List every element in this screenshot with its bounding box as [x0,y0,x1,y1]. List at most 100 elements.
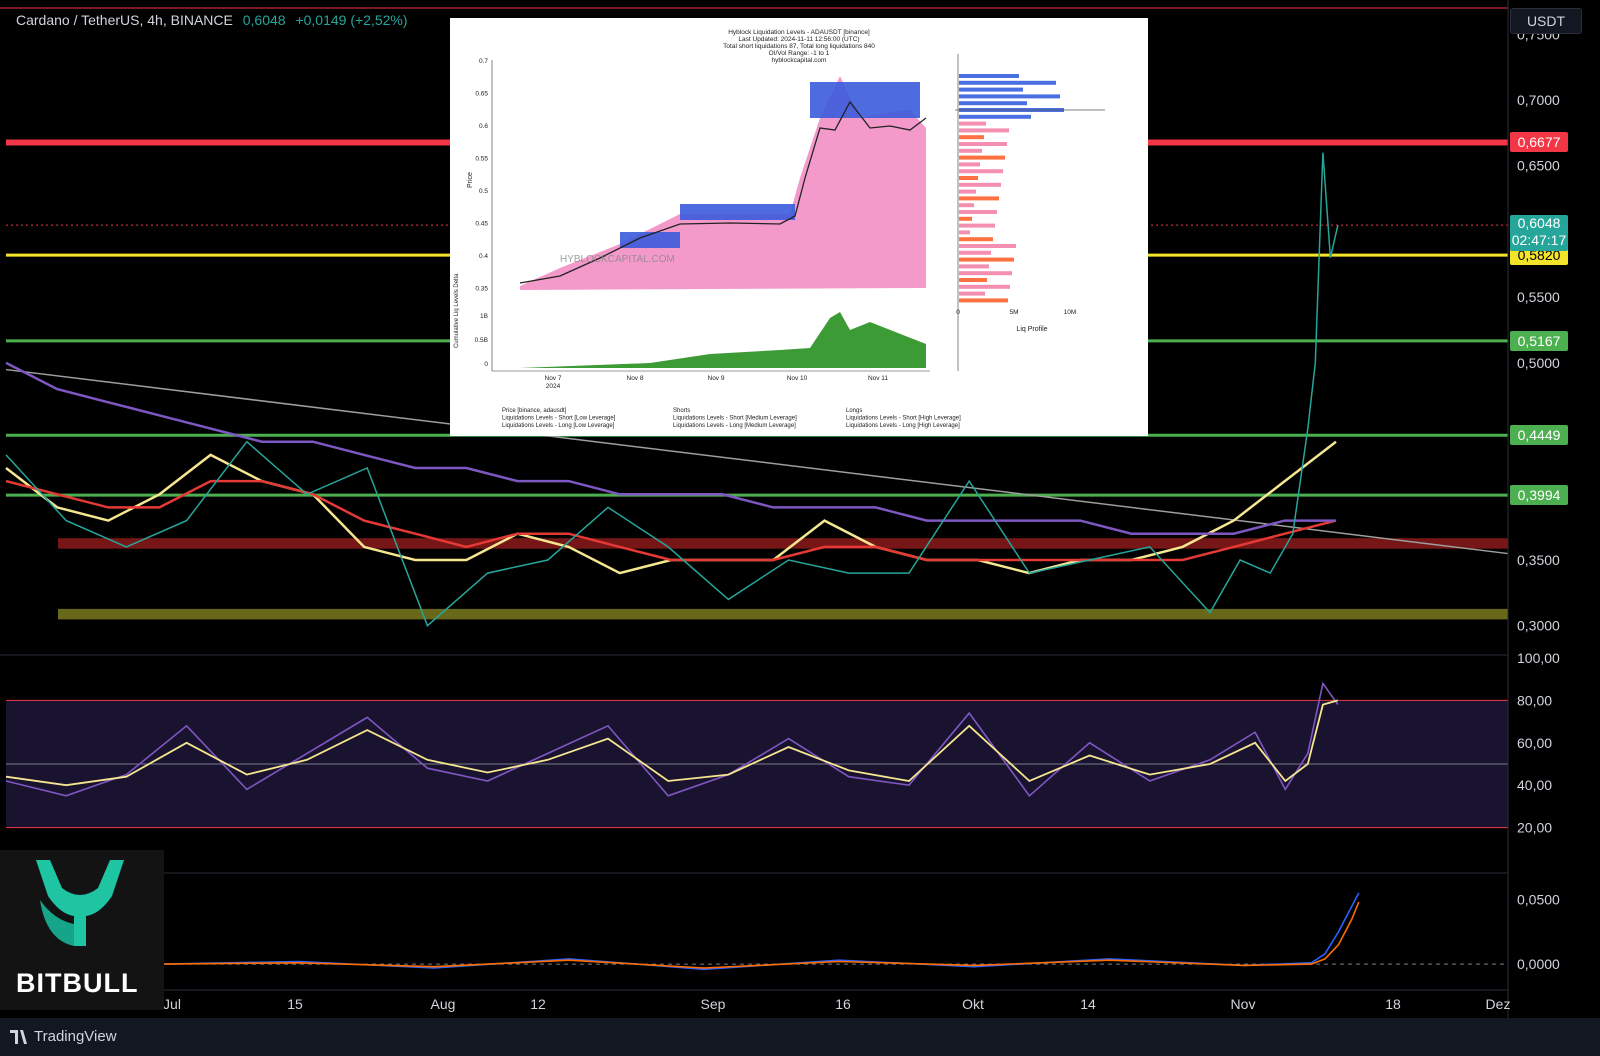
profile-bar [959,257,1014,262]
time-tick-label: Dez [1486,996,1511,1012]
time-tick-label: 14 [1080,996,1096,1012]
profile-bar [959,114,1031,119]
price-tag-1: 0,6048 02:47:17 [1510,215,1568,252]
profile-bar [959,101,1027,106]
macd-pane [0,872,1508,971]
profile-bar [959,94,1060,99]
inset-legend-entry: Longs [846,408,862,414]
inset-y-tick: 0.35 [475,286,488,293]
inset-y-label: Price [467,172,474,188]
price-tick-label: 0,5500 [1517,289,1560,305]
profile-bar [959,237,993,242]
time-tick-label: 18 [1385,996,1401,1012]
rsi-pane [0,654,1508,829]
profile-bar [959,230,970,235]
profile-bar [959,210,997,214]
profile-bar [959,278,987,282]
symbol-label: Cardano / TetherUS, 4h, BINANCE [16,12,233,28]
liquidation-inset-image: Hyblock Liquidation Levels - ADAUSDT [bi… [450,18,1148,436]
profile-bar [959,291,985,296]
price-tag-3: 0,5167 [1510,330,1568,351]
price-tick-label: 0,3000 [1517,618,1560,634]
inset-title-line: Total short liquidations 87, Total long … [723,43,875,50]
price-tag-5: 0,3994 [1510,485,1568,506]
price-tag-label: 0,5167 [1517,332,1561,349]
profile-bar [959,284,1010,289]
inset-y-tick: 0.6 [479,123,488,130]
price-tag-label: 0,3994 [1517,487,1561,504]
profile-bar [959,128,1009,133]
macd-line [163,892,1360,971]
profile-bar [959,264,989,269]
inset-plot: Price 0.7 0.65 0.6 0.55 0.5 0.45 0.4 0.35 HYBLOCK… [454,54,1105,429]
profile-tick: 10M [1064,309,1077,316]
inset-title-line: OI/Vol Range: -1 to 1 [769,50,830,57]
profile-tick: 5M [1009,309,1018,316]
macd-tick-label: 0,0500 [1517,891,1560,907]
price-tag-4: 0,4449 [1510,425,1568,446]
price-tag-label: 0,4449 [1517,427,1561,444]
inset-legend-entry: Liquidations Levels - Long [High Leverag… [846,423,960,429]
inset-legend-entry: Shorts [673,408,690,414]
countdown-label: 02:47:17 [1511,232,1567,249]
inset-lower-tick: 0.5B [475,337,488,344]
inset-title: Hyblock Liquidation Levels - ADAUSDT [bi… [723,29,875,64]
profile-tick: 0 [956,309,960,316]
rsi-tick-label: 20,00 [1517,820,1552,836]
zone-1 [58,608,1508,620]
price-tag-0: 0,6677 [1510,132,1568,153]
footer-brand[interactable]: TradingView [34,1028,117,1045]
profile-bar [959,271,1012,276]
macd-tick-label: 0,0000 [1517,956,1560,972]
profile-bar [959,162,980,167]
inset-lower-label: Cumulative Liq Levels Delta [454,273,460,348]
profile-bar [959,250,991,255]
profile-bar [959,196,999,201]
profile-bar [959,189,976,194]
time-tick-label: Aug [431,996,456,1012]
profile-bar [959,182,1001,187]
inset-x-tick: Nov 11 [868,375,888,382]
inset-y-tick: 0.7 [479,58,488,65]
time-tick-label: Nov [1231,996,1256,1012]
profile-bar [959,169,1003,174]
profile-bar [959,87,1023,92]
bull-icon [36,860,124,946]
profile-bar [959,121,986,126]
currency-button[interactable]: USDT [1510,8,1582,34]
inset-title-line: Hyblock Liquidation Levels - ADAUSDT [bi… [728,29,870,36]
time-tick-label: Okt [962,996,984,1012]
time-tick-label: Jul [163,996,181,1012]
profile-bar [959,155,1005,160]
profile-bar [959,135,984,140]
zone-0 [58,538,1508,549]
symbol-header: Cardano / TetherUS, 4h, BINANCE 0,6048 +… [16,12,408,28]
inset-y-tick: 0.65 [475,91,488,98]
inset-legend-entry: Liquidations Levels - Short [Low Leverag… [502,416,616,422]
inset-title-line: Last Updated: 2024-11-11 12:56:00 (UTC) [738,36,859,43]
price-tick-label: 0,7000 [1517,92,1560,108]
rsi-tick-label: 60,00 [1517,735,1552,751]
inset-lower-tick: 0 [484,361,488,368]
profile-bar [959,80,1056,85]
inset-x-tick: Nov 9 [708,375,725,382]
inset-lower-tick: 1B [480,313,488,320]
time-tick-label: 16 [835,996,851,1012]
price-tick-label: 0,5000 [1517,355,1560,371]
profile-bar [959,74,1019,78]
profile-bar [959,142,1007,146]
time-tick-label: 12 [530,996,546,1012]
inset-legend-entry: Liquidations Levels - Short [High Levera… [846,416,961,422]
profile-label: Liq Profile [1016,326,1047,333]
price-tick-label: 0,6500 [1517,158,1560,174]
footer-bar: TradingView [0,1018,1600,1056]
inset-y-tick: 0.4 [479,253,488,260]
price-change: +0,0149 (+2,52%) [295,12,408,28]
rsi-tick-label: 100,00 [1517,650,1560,666]
time-tick-label: Sep [701,996,726,1012]
profile-bar [959,203,974,208]
inset-watermark: HYBLOCKCAPITAL.COM [560,254,675,265]
tradingview-icon [10,1030,27,1044]
price-tick-label: 0,3500 [1517,552,1560,568]
inset-x-tick: Nov 10 [787,375,808,382]
